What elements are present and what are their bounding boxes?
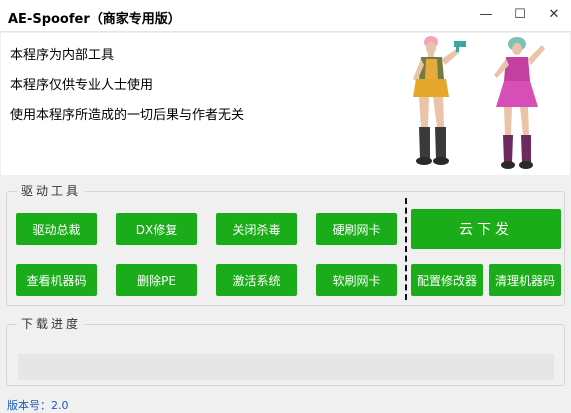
clean-machine-code-button[interactable]: 清理机器码 xyxy=(489,264,561,296)
view-machine-code-button[interactable]: 查看机器码 xyxy=(16,264,97,296)
maximize-icon[interactable]: ☐ xyxy=(503,0,537,28)
driver-president-button[interactable]: 驱动总裁 xyxy=(16,213,97,245)
activate-system-button[interactable]: 激活系统 xyxy=(216,264,297,296)
window-title: AE-Spoofer（商家专用版） xyxy=(8,12,181,27)
notice-line: 本程序仅供专业人士使用 xyxy=(10,78,154,93)
version-label: 版本号：2.0 xyxy=(7,399,69,412)
download-progress-bar xyxy=(18,354,554,380)
notice-line: 本程序为内部工具 xyxy=(10,48,115,63)
soft-flash-nic-button[interactable]: 软刷网卡 xyxy=(316,264,397,296)
driver-tools-legend: 驱动工具 xyxy=(17,182,86,199)
disable-antivirus-button[interactable]: 关闭杀毒 xyxy=(216,213,297,245)
notice-line: 使用本程序所造成的一切后果与作者无关 xyxy=(10,108,245,123)
cloud-deploy-button[interactable]: 云下发 xyxy=(411,209,561,249)
config-editor-button[interactable]: 配置修改器 xyxy=(411,264,483,296)
hard-flash-nic-button[interactable]: 硬刷网卡 xyxy=(316,213,397,245)
dx-repair-button[interactable]: DX修复 xyxy=(116,213,197,245)
download-progress-legend: 下载进度 xyxy=(17,315,86,332)
close-icon[interactable]: ✕ xyxy=(537,0,571,28)
banner-panel: 本程序为内部工具 本程序仅供专业人士使用 使用本程序所造成的一切后果与作者无关 xyxy=(1,33,570,175)
title-bar: AE-Spoofer（商家专用版） — ☐ ✕ xyxy=(0,0,571,32)
character-illustration-right xyxy=(494,37,545,169)
character-illustration-left xyxy=(413,36,466,165)
section-divider xyxy=(405,198,407,300)
delete-pe-button[interactable]: 删除PE xyxy=(116,264,197,296)
minimize-icon[interactable]: — xyxy=(469,0,503,28)
